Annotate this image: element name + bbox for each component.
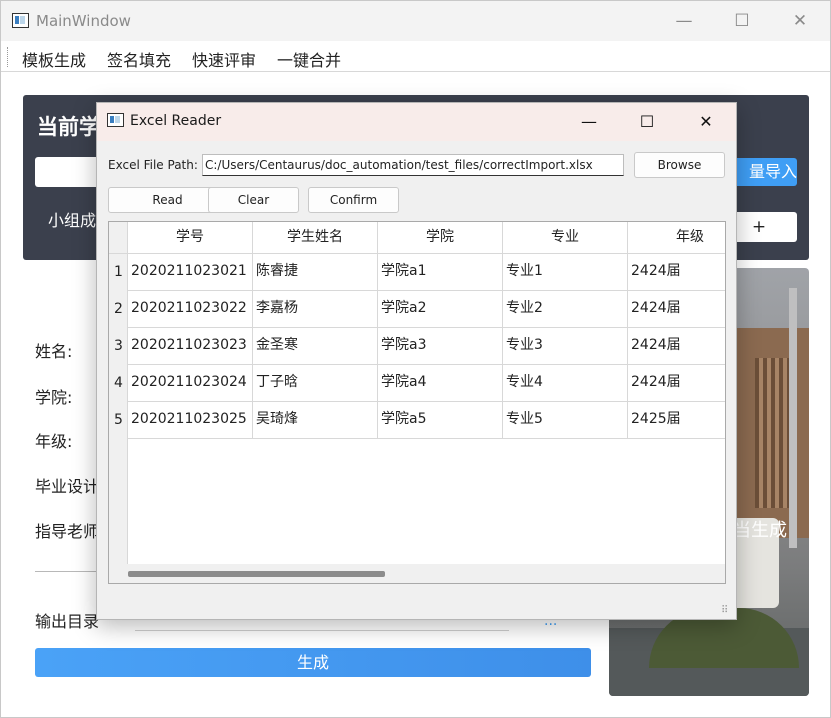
table-row: 2020211023021 陈睿捷 学院a1 专业1 2424届 — [128, 254, 725, 291]
image-caption: 当生成 — [733, 520, 787, 541]
output-dir-label: 输出目录 — [35, 612, 100, 631]
dialog-window-icon — [107, 113, 124, 127]
dialog-titlebar: Excel Reader — ☐ ✕ — [97, 103, 736, 141]
table-cell[interactable]: 2424届 — [628, 291, 725, 328]
column-header-student-name[interactable]: 学生姓名 — [253, 222, 378, 254]
table-cell[interactable]: 2020211023024 — [128, 365, 253, 402]
table-row: 2020211023025 吴琦烽 学院a5 专业5 2425届 — [128, 402, 725, 439]
table-cell[interactable]: 专业3 — [503, 328, 628, 365]
group-members-label: 小组成 — [48, 211, 97, 230]
row-header[interactable]: 2 — [109, 291, 128, 328]
menu-item-review[interactable]: 快速评审 — [192, 47, 256, 71]
browse-button[interactable]: Browse — [634, 152, 725, 178]
table-cell[interactable]: 2424届 — [628, 254, 725, 291]
image-pole — [789, 288, 797, 548]
column-header-major[interactable]: 专业 — [503, 222, 628, 254]
table-row: 2020211023024 丁子晗 学院a4 专业4 2424届 — [128, 365, 725, 402]
dialog-title: Excel Reader — [130, 113, 222, 129]
column-header-grade[interactable]: 年级 — [628, 222, 725, 254]
table-cell[interactable]: 2020211023025 — [128, 402, 253, 439]
table-cell[interactable]: 专业2 — [503, 291, 628, 328]
menu-item-merge[interactable]: 一键合并 — [277, 47, 341, 71]
dialog-maximize-icon[interactable]: ☐ — [627, 109, 667, 135]
table-cell[interactable]: 2020211023021 — [128, 254, 253, 291]
table-cell[interactable]: 学院a3 — [378, 328, 503, 365]
table-cell[interactable]: 2425届 — [628, 402, 725, 439]
table-cell[interactable]: 金圣寒 — [253, 328, 378, 365]
row-header[interactable]: 1 — [109, 254, 128, 291]
panel-title: 当前学 — [37, 115, 100, 139]
close-icon[interactable]: ✕ — [777, 7, 823, 35]
college-label: 学院: — [35, 388, 73, 407]
table-cell[interactable]: 学院a2 — [378, 291, 503, 328]
table-cell[interactable]: 李嘉杨 — [253, 291, 378, 328]
main-window-title: MainWindow — [36, 12, 131, 30]
table-row: 2020211023023 金圣寒 学院a3 专业3 2424届 — [128, 328, 725, 365]
table-cell[interactable]: 学院a4 — [378, 365, 503, 402]
table-cell[interactable]: 丁子晗 — [253, 365, 378, 402]
app-window-icon — [12, 13, 29, 28]
minimize-icon[interactable]: — — [661, 7, 707, 35]
table-cell[interactable]: 学院a1 — [378, 254, 503, 291]
table-cell[interactable]: 学院a5 — [378, 402, 503, 439]
resize-grip-icon[interactable]: ⠿ — [721, 605, 733, 617]
excel-reader-dialog: Excel Reader — ☐ ✕ Excel File Path: C:/U… — [96, 102, 737, 620]
menu-grip-handle — [7, 47, 9, 67]
scrollbar-thumb[interactable] — [128, 571, 385, 577]
table-cell[interactable]: 2020211023022 — [128, 291, 253, 328]
grade-label: 年级: — [35, 432, 73, 451]
menu-item-signature[interactable]: 签名填充 — [107, 47, 171, 71]
row-header[interactable]: 4 — [109, 365, 128, 402]
table-cell[interactable]: 2020211023023 — [128, 328, 253, 365]
file-path-input[interactable]: C:/Users/Centaurus/doc_automation/test_f… — [202, 154, 624, 176]
image-door — [737, 328, 809, 538]
name-label: 姓名: — [35, 342, 73, 361]
row-header-column: 1 2 3 4 5 — [109, 254, 128, 564]
table-corner[interactable] — [109, 222, 128, 254]
table-cell[interactable]: 2424届 — [628, 365, 725, 402]
table-cell[interactable]: 专业1 — [503, 254, 628, 291]
thesis-label: 毕业设计 — [35, 477, 100, 496]
dialog-close-icon[interactable]: ✕ — [686, 109, 726, 135]
column-header-college[interactable]: 学院 — [378, 222, 503, 254]
row-header[interactable]: 5 — [109, 402, 128, 439]
advisor-label: 指导老师 — [35, 522, 100, 541]
table-row: 2020211023022 李嘉杨 学院a2 专业2 2424届 — [128, 291, 725, 328]
horizontal-scrollbar[interactable] — [109, 564, 725, 583]
student-table: 学号 学生姓名 学院 专业 年级 1 2 3 4 5 2020211023021… — [108, 221, 726, 584]
confirm-button[interactable]: Confirm — [308, 187, 399, 213]
table-cell[interactable]: 吴琦烽 — [253, 402, 378, 439]
menu-bar: 模板生成 签名填充 快速评审 一键合并 — [1, 41, 830, 72]
table-header-row: 学号 学生姓名 学院 专业 年级 — [128, 222, 725, 254]
generate-button[interactable]: 生成 — [35, 648, 591, 677]
table-cell[interactable]: 陈睿捷 — [253, 254, 378, 291]
clear-button[interactable]: Clear — [208, 187, 299, 213]
file-path-label: Excel File Path: — [108, 158, 198, 172]
column-header-student-id[interactable]: 学号 — [128, 222, 253, 254]
form-divider — [35, 571, 105, 572]
maximize-icon[interactable]: ☐ — [719, 7, 765, 35]
table-cell[interactable]: 专业5 — [503, 402, 628, 439]
table-cell[interactable]: 专业4 — [503, 365, 628, 402]
table-cell[interactable]: 2424届 — [628, 328, 725, 365]
main-titlebar: MainWindow — ☐ ✕ — [1, 1, 830, 41]
row-header[interactable]: 3 — [109, 328, 128, 365]
menu-item-template[interactable]: 模板生成 — [22, 47, 86, 71]
dialog-minimize-icon[interactable]: — — [569, 109, 609, 135]
